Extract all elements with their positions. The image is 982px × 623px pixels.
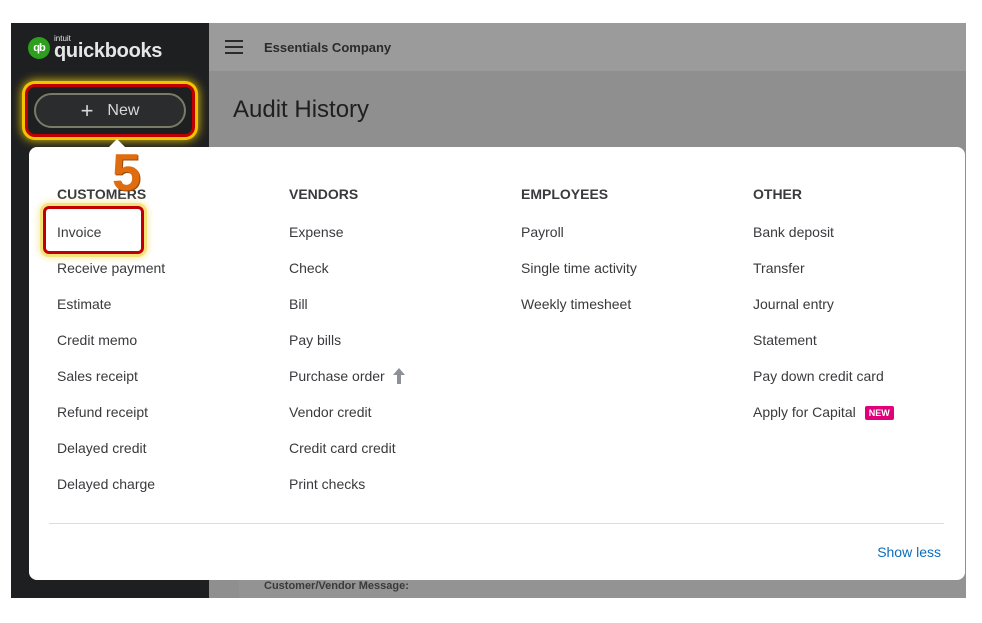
purchase-order-label: Purchase order	[289, 368, 385, 384]
customer-vendor-message-label: Customer/Vendor Message:	[264, 580, 409, 592]
show-less-link[interactable]: Show less	[877, 544, 941, 560]
app-window: qb intuit quickbooks + New Essentials Co…	[11, 23, 966, 598]
menu-item-apply-for-capital[interactable]: Apply for Capital NEW	[753, 404, 894, 440]
menu-item-sales-receipt[interactable]: Sales receipt	[57, 368, 165, 404]
menu-item-purchase-order[interactable]: Purchase order	[289, 368, 405, 404]
other-column: OTHER Bank deposit Transfer Journal entr…	[753, 186, 894, 440]
plus-icon: +	[80, 97, 94, 123]
company-name: Essentials Company	[264, 40, 392, 55]
menu-item-expense[interactable]: Expense	[289, 224, 405, 260]
new-badge: NEW	[864, 406, 894, 420]
menu-item-bill[interactable]: Bill	[289, 296, 405, 332]
menu-item-estimate[interactable]: Estimate	[57, 296, 165, 332]
qb-logo-icon: qb	[28, 37, 50, 59]
hamburger-icon[interactable]	[225, 40, 243, 58]
new-button-highlight: + New	[25, 84, 195, 137]
page-title: Audit History	[233, 96, 370, 123]
employees-column: EMPLOYEES Payroll Single time activity W…	[521, 186, 637, 332]
new-button[interactable]: + New	[34, 93, 186, 128]
other-heading: OTHER	[753, 186, 802, 202]
menu-item-credit-card-credit[interactable]: Credit card credit	[289, 440, 405, 476]
vendors-heading: VENDORS	[289, 186, 359, 202]
invoice-highlight	[43, 206, 144, 254]
quickbooks-logo[interactable]: qb intuit quickbooks	[28, 35, 162, 61]
menu-item-credit-memo[interactable]: Credit memo	[57, 332, 165, 368]
menu-divider	[49, 523, 944, 524]
new-menu-dropdown: CUSTOMERS Invoice Receive payment Estima…	[29, 147, 965, 580]
menu-item-statement[interactable]: Statement	[753, 332, 894, 368]
top-bar: Essentials Company	[209, 23, 966, 71]
logo-quickbooks-text: quickbooks	[54, 40, 163, 62]
menu-item-payroll[interactable]: Payroll	[521, 224, 637, 260]
employees-heading: EMPLOYEES	[521, 186, 609, 202]
menu-item-refund-receipt[interactable]: Refund receipt	[57, 404, 165, 440]
upgrade-arrow-icon	[392, 368, 405, 384]
menu-item-print-checks[interactable]: Print checks	[289, 476, 405, 512]
menu-item-check[interactable]: Check	[289, 260, 405, 296]
menu-item-delayed-charge[interactable]: Delayed charge	[57, 476, 165, 512]
vendors-column: VENDORS Expense Check Bill Pay bills Pur…	[289, 186, 405, 512]
menu-item-vendor-credit[interactable]: Vendor credit	[289, 404, 405, 440]
menu-item-bank-deposit[interactable]: Bank deposit	[753, 224, 894, 260]
menu-item-journal-entry[interactable]: Journal entry	[753, 296, 894, 332]
menu-item-weekly-timesheet[interactable]: Weekly timesheet	[521, 296, 637, 332]
menu-item-transfer[interactable]: Transfer	[753, 260, 894, 296]
menu-item-delayed-credit[interactable]: Delayed credit	[57, 440, 165, 476]
apply-for-capital-label: Apply for Capital	[753, 404, 856, 420]
step-number-annotation: 5	[112, 144, 141, 202]
menu-item-pay-down-credit-card[interactable]: Pay down credit card	[753, 368, 894, 404]
menu-item-receive-payment[interactable]: Receive payment	[57, 260, 165, 296]
menu-item-single-time-activity[interactable]: Single time activity	[521, 260, 637, 296]
new-button-label: New	[107, 101, 140, 119]
menu-item-pay-bills[interactable]: Pay bills	[289, 332, 405, 368]
